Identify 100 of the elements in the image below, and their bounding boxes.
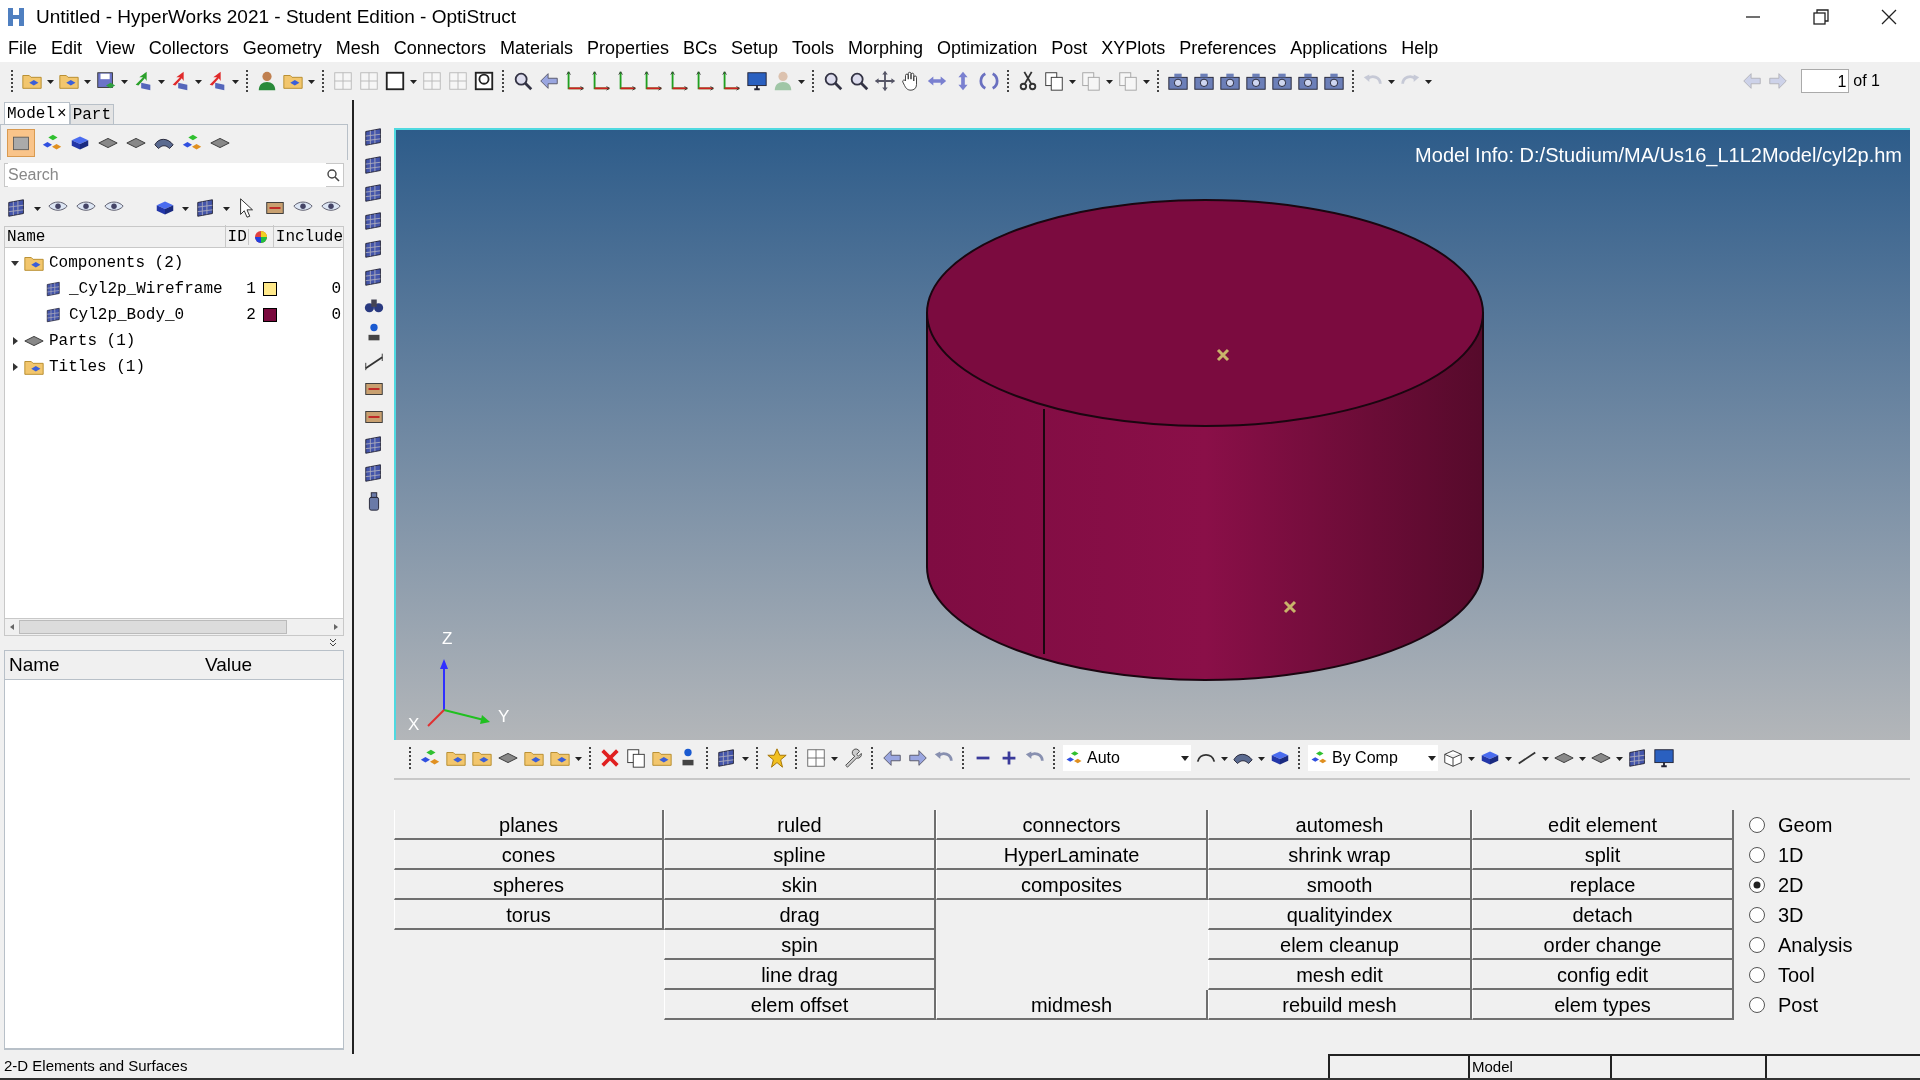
tree-item[interactable]: _Cyl2p_Wireframe xyxy=(69,277,245,301)
menu-item[interactable]: Help xyxy=(1394,34,1446,62)
menu-item[interactable]: Preferences xyxy=(1172,34,1284,62)
copy-icon[interactable] xyxy=(625,747,647,769)
radio-button[interactable] xyxy=(1748,906,1766,924)
star-icon[interactable] xyxy=(766,747,788,769)
axes-icon[interactable] xyxy=(564,70,586,92)
restore-icon[interactable] xyxy=(1812,8,1830,26)
menu-item[interactable]: Geometry xyxy=(235,34,329,62)
monitor-icon[interactable] xyxy=(1653,747,1675,769)
axes-icon[interactable] xyxy=(616,70,638,92)
radio-label[interactable]: 3D xyxy=(1778,900,1804,930)
radio-button[interactable] xyxy=(1748,966,1766,984)
magnifier-icon[interactable] xyxy=(822,70,844,92)
axes-icon[interactable] xyxy=(720,70,742,92)
rotate-icon[interactable] xyxy=(978,70,1000,92)
menu-item[interactable]: View xyxy=(89,34,142,62)
panel-button[interactable]: torus xyxy=(394,900,664,930)
folder-button[interactable] xyxy=(7,128,35,157)
panel-button[interactable]: ruled xyxy=(664,810,936,840)
menu-item[interactable]: File xyxy=(1,34,44,62)
panel-button[interactable]: elem offset xyxy=(664,990,936,1020)
close-tab-button[interactable]: × xyxy=(57,101,67,126)
panel-button[interactable]: spin xyxy=(664,930,936,960)
copy-icon[interactable] xyxy=(1043,70,1065,92)
close-icon[interactable] xyxy=(1880,8,1898,26)
panel-button[interactable]: config edit xyxy=(1472,960,1734,990)
radio-button[interactable] xyxy=(1748,996,1766,1014)
dropdown[interactable]: By Comp xyxy=(1308,745,1438,771)
panel-button[interactable]: composites xyxy=(936,870,1208,900)
column-header[interactable]: Value xyxy=(205,650,253,680)
color-swatch[interactable] xyxy=(263,308,277,322)
panel-button[interactable]: spline xyxy=(664,840,936,870)
panel-button[interactable]: smooth xyxy=(1208,870,1472,900)
move-icon[interactable] xyxy=(874,70,896,92)
panel-button[interactable]: drag xyxy=(664,900,936,930)
panel-button[interactable]: order change xyxy=(1472,930,1734,960)
radio-label[interactable]: 2D xyxy=(1778,870,1804,900)
axes-icon[interactable] xyxy=(668,70,690,92)
menu-item[interactable]: BCs xyxy=(675,34,724,62)
menu-item[interactable]: Applications xyxy=(1283,34,1395,62)
scissors-icon[interactable] xyxy=(1017,70,1039,92)
panel-button[interactable]: midmesh xyxy=(936,990,1208,1020)
magnifier-icon[interactable] xyxy=(848,70,870,92)
panel-button[interactable]: replace xyxy=(1472,870,1734,900)
column-header[interactable]: Name xyxy=(5,225,226,249)
panel-button[interactable]: qualityindex xyxy=(1208,900,1472,930)
radio-button[interactable] xyxy=(1748,936,1766,954)
panel-button[interactable]: spheres xyxy=(394,870,664,900)
panel-button[interactable]: rebuild mesh xyxy=(1208,990,1472,1020)
collapse-icon[interactable] xyxy=(328,638,338,648)
panel-button[interactable]: shrink wrap xyxy=(1208,840,1472,870)
radio-label[interactable]: Analysis xyxy=(1778,930,1853,960)
column-header[interactable]: Name xyxy=(5,650,205,680)
menu-item[interactable]: Setup xyxy=(724,34,786,62)
magnifier-icon[interactable] xyxy=(512,70,534,92)
wireframe-cube-icon[interactable] xyxy=(1442,747,1464,769)
menu-item[interactable]: Edit xyxy=(44,34,90,62)
frame-icon[interactable] xyxy=(384,70,406,92)
panel-button[interactable]: planes xyxy=(394,810,664,840)
help-icon[interactable] xyxy=(473,70,495,92)
tree-item[interactable]: Cyl2p_Body_0 xyxy=(69,303,245,327)
panel-button[interactable]: HyperLaminate xyxy=(936,840,1208,870)
panel-button[interactable]: detach xyxy=(1472,900,1734,930)
panel-button[interactable]: elem types xyxy=(1472,990,1734,1020)
radio-label[interactable]: 1D xyxy=(1778,840,1804,870)
color-swatch[interactable] xyxy=(263,282,277,296)
panel-button[interactable]: automesh xyxy=(1208,810,1472,840)
search-field[interactable]: Search xyxy=(4,163,344,187)
dropdown[interactable]: Auto xyxy=(1063,745,1191,771)
radio-button[interactable] xyxy=(1748,816,1766,834)
panel-button[interactable]: edit element xyxy=(1472,810,1734,840)
graphics-viewport[interactable]: Model Info: D:/Studium/MA/Us16_L1L2Model/cyl2p.hm Z X Y xyxy=(394,128,1910,740)
left-arrow-icon[interactable] xyxy=(881,747,903,769)
left-arrow-icon[interactable] xyxy=(538,70,560,92)
radio-label[interactable]: Tool xyxy=(1778,960,1815,990)
tab-label[interactable]: Model xyxy=(7,101,55,126)
menu-item[interactable]: Optimization xyxy=(930,34,1045,62)
menu-item[interactable]: Materials xyxy=(492,34,580,62)
panel-button[interactable]: cones xyxy=(394,840,664,870)
panel-button[interactable]: elem cleanup xyxy=(1208,930,1472,960)
radio-label[interactable]: Geom xyxy=(1778,810,1833,840)
panel-button[interactable]: line drag xyxy=(664,960,936,990)
menu-item[interactable]: Collectors xyxy=(141,34,236,62)
panel-button[interactable]: mesh edit xyxy=(1208,960,1472,990)
delete-icon[interactable] xyxy=(599,747,621,769)
radio-button[interactable] xyxy=(1748,876,1766,894)
browser-tab[interactable]: Model× xyxy=(4,102,70,124)
radio-label[interactable]: Post xyxy=(1778,990,1819,1020)
menu-item[interactable]: Post xyxy=(1044,34,1095,62)
tree-item[interactable]: Titles (1) xyxy=(49,355,145,379)
wrench-icon[interactable] xyxy=(842,747,864,769)
axes-icon[interactable] xyxy=(642,70,664,92)
panel-button[interactable]: skin xyxy=(664,870,936,900)
menu-item[interactable]: Mesh xyxy=(328,34,387,62)
page-field[interactable]: 1 xyxy=(1801,69,1850,93)
menu-item[interactable]: Connectors xyxy=(386,34,493,62)
menu-item[interactable]: XYPlots xyxy=(1094,34,1173,62)
panel-button[interactable]: split xyxy=(1472,840,1734,870)
person-icon[interactable] xyxy=(256,70,278,92)
